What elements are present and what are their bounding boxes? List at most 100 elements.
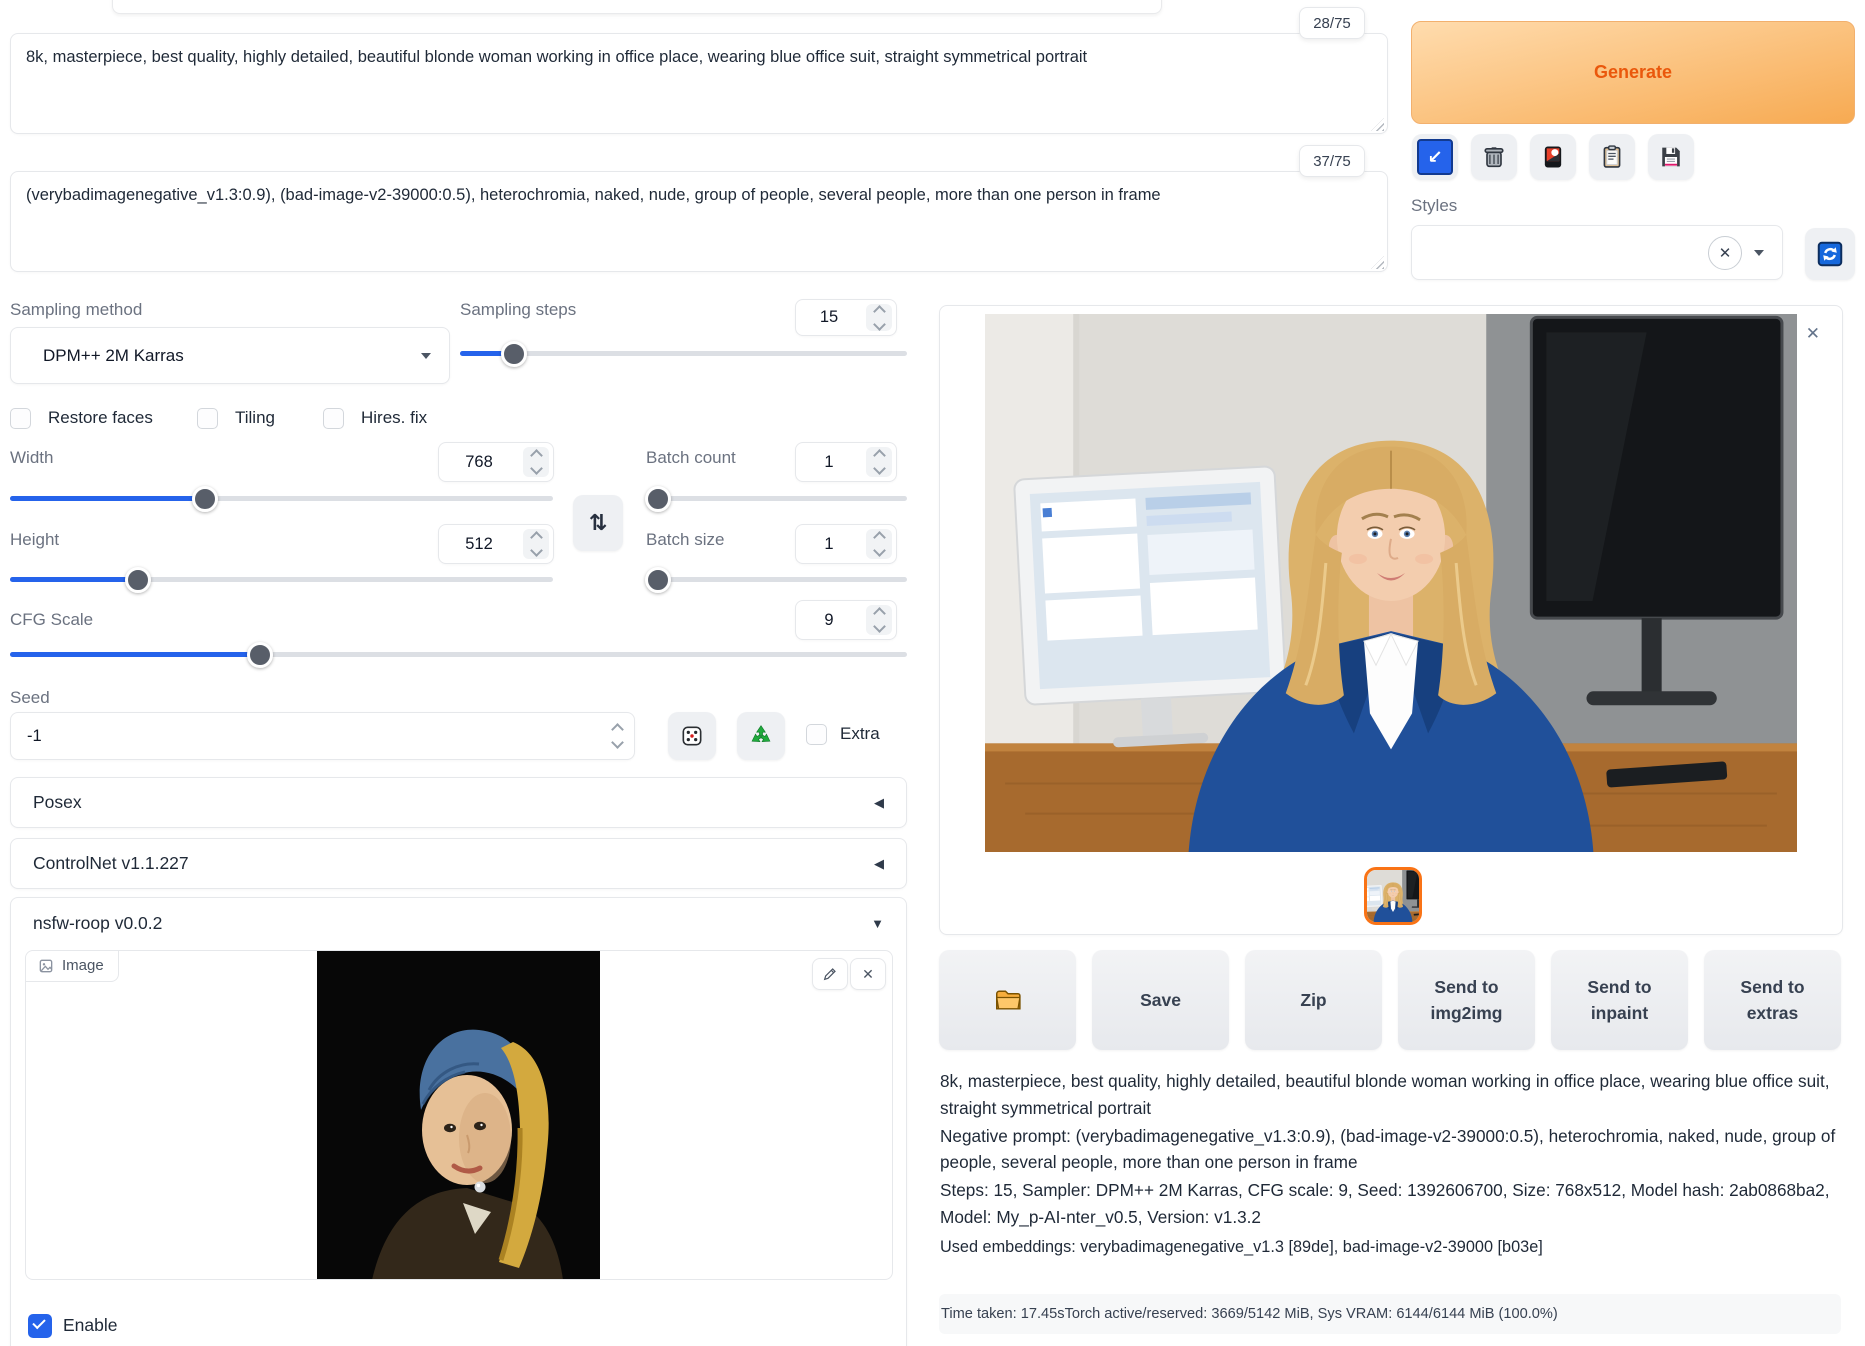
save-style-button[interactable] [1648, 134, 1694, 180]
hires-fix-checkbox[interactable] [323, 408, 344, 429]
styles-label: Styles [1411, 196, 1457, 216]
clear-image-button[interactable]: ✕ [850, 958, 886, 990]
cfg-scale-value[interactable] [796, 601, 862, 639]
stepper-arrows[interactable] [866, 529, 892, 559]
negative-token-counter: 37/75 [1299, 145, 1365, 177]
accordion-roop-panel: nsfw-roop v0.0.2 ▼ Image ✕ [10, 897, 907, 1346]
send-to-img2img-button[interactable]: Send to img2img [1398, 950, 1535, 1050]
roop-source-image [317, 951, 600, 1279]
generate-button[interactable]: Generate [1411, 21, 1855, 124]
reuse-seed-button[interactable] [737, 712, 785, 760]
height-slider[interactable] [10, 577, 553, 582]
width-slider[interactable] [10, 496, 553, 501]
sampling-method-value: DPM++ 2M Karras [29, 346, 184, 366]
sampling-method-dropdown[interactable]: DPM++ 2M Karras [10, 327, 450, 384]
slider-thumb[interactable] [125, 567, 151, 593]
batch-count-input [795, 442, 897, 482]
stepper-arrows[interactable] [866, 447, 892, 477]
cfg-scale-label: CFG Scale [10, 610, 93, 630]
image-label-text: Image [62, 957, 104, 974]
width-label: Width [10, 448, 53, 468]
height-input [438, 524, 554, 564]
generation-info: 8k, masterpiece, best quality, highly de… [940, 1068, 1845, 1261]
extra-seed-checkbox[interactable] [806, 724, 827, 745]
refresh-icon [1815, 239, 1845, 269]
recycle-icon [748, 723, 774, 749]
batch-size-value[interactable] [796, 525, 862, 563]
styles-dropdown[interactable]: ✕ [1411, 225, 1783, 280]
hires-fix-label: Hires. fix [361, 408, 427, 428]
sampling-steps-value[interactable] [796, 300, 862, 335]
clear-prompt-button[interactable] [1471, 134, 1517, 180]
negative-prompt-input[interactable]: (verybadimagenegative_v1.3:0.9), (bad-im… [10, 171, 1388, 272]
edit-image-button[interactable] [812, 958, 848, 990]
accordion-posex-label: Posex [33, 792, 82, 813]
apply-styles-button[interactable] [1589, 134, 1635, 180]
slider-thumb[interactable] [645, 486, 671, 512]
sampling-steps-slider[interactable] [460, 351, 907, 356]
width-input [438, 442, 554, 482]
paste-params-button[interactable]: ↙ [1412, 134, 1458, 180]
send-to-inpaint-button[interactable]: Send to inpaint [1551, 950, 1688, 1050]
time-taken-bar: Time taken: 17.45sTorch active/reserved:… [939, 1294, 1841, 1334]
batch-size-label: Batch size [646, 530, 724, 550]
swap-dimensions-button[interactable]: ⇅ [573, 495, 623, 551]
stepper-arrows[interactable] [866, 304, 892, 331]
batch-count-label: Batch count [646, 448, 736, 468]
tiling-checkbox[interactable] [197, 408, 218, 429]
info-parameters: Steps: 15, Sampler: DPM++ 2M Karras, CFG… [940, 1177, 1845, 1231]
restore-faces-checkbox[interactable] [10, 408, 31, 429]
extra-networks-button[interactable] [1530, 134, 1576, 180]
accordion-roop-header[interactable]: nsfw-roop v0.0.2 ▼ [11, 898, 906, 949]
gallery-thumbnail[interactable] [1364, 867, 1422, 925]
batch-size-input [795, 524, 897, 564]
generated-image[interactable] [985, 314, 1797, 852]
top-cutoff-bar [112, 0, 1162, 14]
chevron-down-icon: ▼ [871, 916, 884, 931]
styles-refresh-button[interactable] [1805, 228, 1855, 280]
height-label: Height [10, 530, 59, 550]
chevron-down-icon [421, 353, 431, 359]
x-icon: ✕ [862, 966, 874, 983]
extra-seed-label: Extra [840, 724, 880, 744]
pencil-icon [822, 966, 838, 982]
chevron-down-icon [1754, 250, 1764, 256]
open-folder-button[interactable] [939, 950, 1076, 1050]
sampling-method-label: Sampling method [10, 300, 142, 320]
stepper-arrows[interactable] [523, 447, 549, 477]
accordion-posex[interactable]: Posex ◀ [10, 777, 907, 828]
seed-label: Seed [10, 688, 50, 708]
accordion-roop-label: nsfw-roop v0.0.2 [33, 913, 162, 934]
info-negative-prompt: Negative prompt: (verybadimagenegative_v… [940, 1123, 1845, 1177]
batch-count-value[interactable] [796, 443, 862, 481]
width-value[interactable] [439, 443, 519, 481]
styles-clear-button[interactable]: ✕ [1708, 236, 1742, 270]
slider-thumb[interactable] [247, 642, 273, 668]
seed-input [10, 712, 635, 760]
send-to-extras-button[interactable]: Send to extras [1704, 950, 1841, 1050]
batch-size-slider[interactable] [652, 577, 907, 582]
gallery-close-button[interactable]: ✕ [1806, 324, 1820, 344]
stepper-arrows[interactable] [866, 605, 892, 635]
zip-button[interactable]: Zip [1245, 950, 1382, 1050]
save-button[interactable]: Save [1092, 950, 1229, 1050]
roop-image-dropzone[interactable]: Image ✕ [25, 950, 893, 1280]
prompt-input[interactable]: 8k, masterpiece, best quality, highly de… [10, 33, 1388, 134]
slider-thumb[interactable] [501, 341, 527, 367]
stepper-arrows[interactable] [604, 717, 630, 755]
batch-count-slider[interactable] [652, 496, 907, 501]
seed-value[interactable] [11, 713, 600, 759]
stepper-arrows[interactable] [523, 529, 549, 559]
info-prompt: 8k, masterpiece, best quality, highly de… [940, 1068, 1845, 1122]
floppy-disk-icon [1657, 143, 1685, 171]
generated-image-thumb [1364, 870, 1422, 922]
accordion-controlnet[interactable]: ControlNet v1.1.227 ◀ [10, 838, 907, 889]
info-embeddings: Used embeddings: verybadimagenegative_v1… [940, 1235, 1845, 1260]
roop-enable-checkbox[interactable] [28, 1314, 52, 1338]
random-seed-button[interactable] [668, 712, 716, 760]
cfg-scale-slider[interactable] [10, 652, 907, 657]
height-value[interactable] [439, 525, 519, 563]
slider-thumb[interactable] [645, 567, 671, 593]
app-canvas: 8k, masterpiece, best quality, highly de… [0, 0, 1865, 1346]
slider-thumb[interactable] [192, 486, 218, 512]
